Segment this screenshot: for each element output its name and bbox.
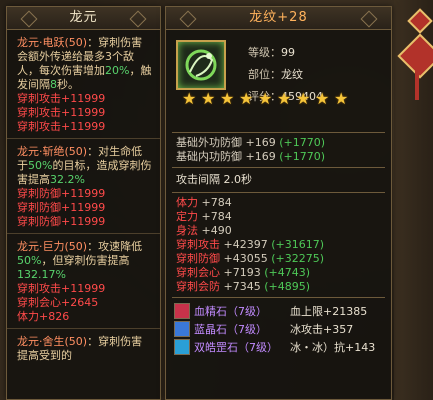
skill-stat: 穿刺攻击+11999 [17, 106, 106, 119]
dragon-pattern-item-icon[interactable] [176, 40, 226, 90]
gem-row[interactable]: 双皓罡石（7级） 冰・冰）抗+143 [166, 338, 391, 356]
skill-percent: 50% [17, 254, 42, 267]
star-icon: ★ [201, 89, 216, 108]
base-stat-row: 基础内功防御 +169 (+1770) [176, 150, 326, 163]
attr-row: 体力 +784 [176, 196, 232, 209]
skill-stat: 穿刺攻击+11999 [17, 282, 106, 295]
skill-stat: 穿刺会心+2645 [17, 296, 99, 309]
skill-stat: 穿刺攻击+11999 [17, 120, 106, 133]
skill-percent: 32.2% [50, 173, 85, 186]
base-stats: 基础外功防御 +169 (+1770) 基础内功防御 +169 (+1770) [166, 133, 391, 167]
item-title: 龙纹+28 [166, 7, 391, 30]
attr-row: 穿刺防御 +43055 (+32275) [176, 252, 325, 265]
skill-stat: 穿刺防御+11999 [17, 201, 106, 214]
star-icon: ★ [239, 89, 254, 108]
base-stat-row: 基础外功防御 +169 (+1770) [176, 136, 326, 149]
star-icon: ★ [182, 89, 197, 108]
skill-level: (50) [64, 335, 88, 348]
skill-name: 龙元·斩绝 [17, 145, 65, 158]
red-tassel [415, 70, 419, 100]
dragon-pattern-tooltip: 龙纹+28 等级：99 部位：龙纹 评分：459404 ★ ★ ★ ★ ★ ★ ★ ★ ★ 基础… [165, 6, 392, 400]
attr-row: 定力 +784 [176, 210, 232, 223]
skill-stat: 穿刺攻击+11999 [17, 92, 106, 105]
diamond-ornament-icon [129, 10, 147, 28]
twin-gem-icon [174, 339, 190, 355]
skill-desc: ，但穿刺伤害提高 [41, 254, 130, 267]
skill-name: 龙元·舍生 [17, 335, 65, 348]
skill-level: (50) [64, 36, 88, 49]
skill-number: 8 [50, 78, 57, 91]
skill-desc: 受到的 [39, 349, 72, 362]
attr-row: 穿刺攻击 +42397 (+31617) [176, 238, 325, 251]
skill-name: 龙元·电跃 [17, 36, 65, 49]
level-line: 等级：99 [248, 46, 295, 59]
gem-list: 血精石（7级） 血上限+21385 蓝晶石（7级） 冰攻击+357 双皓罡石（7… [166, 298, 391, 356]
skill-block: 龙元·电跃(50)：穿刺伤害会额外传递给最多3个敌人，每次伤害增加20%，触发间… [7, 30, 160, 139]
diamond-ornament-icon [179, 10, 197, 28]
diamond-ornament-icon [20, 10, 38, 28]
gem-row[interactable]: 蓝晶石（7级） 冰攻击+357 [166, 320, 391, 338]
dragon-element-panel: 龙元 龙元·电跃(50)：穿刺伤害会额外传递给最多3个敌人，每次伤害增加20%，… [6, 6, 161, 400]
star-icon: ★ [258, 89, 273, 108]
blue-crystal-gem-icon [174, 321, 190, 337]
skill-block: 龙元·斩绝(50)：对生命低于50%的目标，造成穿刺伤害提高32.2% 穿刺防御… [7, 139, 160, 234]
skill-stat: 穿刺防御+11999 [17, 187, 106, 200]
skill-level: (50) [64, 240, 88, 253]
attr-row: 穿刺会心 +7193 (+4743) [176, 266, 311, 279]
skill-percent: 132.17% [17, 268, 66, 281]
attr-row: 身法 +490 [176, 224, 232, 237]
star-icon: ★ [315, 89, 330, 108]
skill-desc: 秒。 [57, 78, 79, 91]
left-panel-title: 龙元 [7, 7, 160, 30]
skill-desc: ：攻速降低 [87, 240, 143, 253]
skill-block: 龙元·舍生(50)：穿刺伤害提高受到的 [7, 329, 160, 367]
blood-gem-icon [174, 303, 190, 319]
attribute-list: 体力 +784 定力 +784 身法 +490 穿刺攻击 +42397 (+31… [166, 193, 391, 297]
attr-row: 穿刺会防 +7345 (+4895) [176, 280, 311, 293]
skill-stat: 体力+826 [17, 310, 70, 323]
slot-line: 部位：龙纹 [248, 68, 303, 81]
star-icon: ★ [296, 89, 311, 108]
skill-level: (50) [64, 145, 88, 158]
star-icon: ★ [220, 89, 235, 108]
star-icon: ★ [277, 89, 292, 108]
skill-name: 龙元·巨力 [17, 240, 65, 253]
star-rating: ★ ★ ★ ★ ★ ★ ★ ★ ★ [182, 91, 350, 107]
skill-block: 龙元·巨力(50)：攻速降低 50%，但穿刺伤害提高132.17% 穿刺攻击+11… [7, 234, 160, 329]
diamond-ornament-icon [360, 10, 378, 28]
skill-stat: 穿刺防御+11999 [17, 215, 106, 228]
gem-row[interactable]: 血精石（7级） 血上限+21385 [166, 302, 391, 320]
attack-interval: 攻击间隔 2.0秒 [176, 173, 252, 186]
star-icon: ★ [334, 89, 349, 108]
skill-percent: 20% [105, 64, 130, 77]
skill-percent: 50% [28, 159, 53, 172]
